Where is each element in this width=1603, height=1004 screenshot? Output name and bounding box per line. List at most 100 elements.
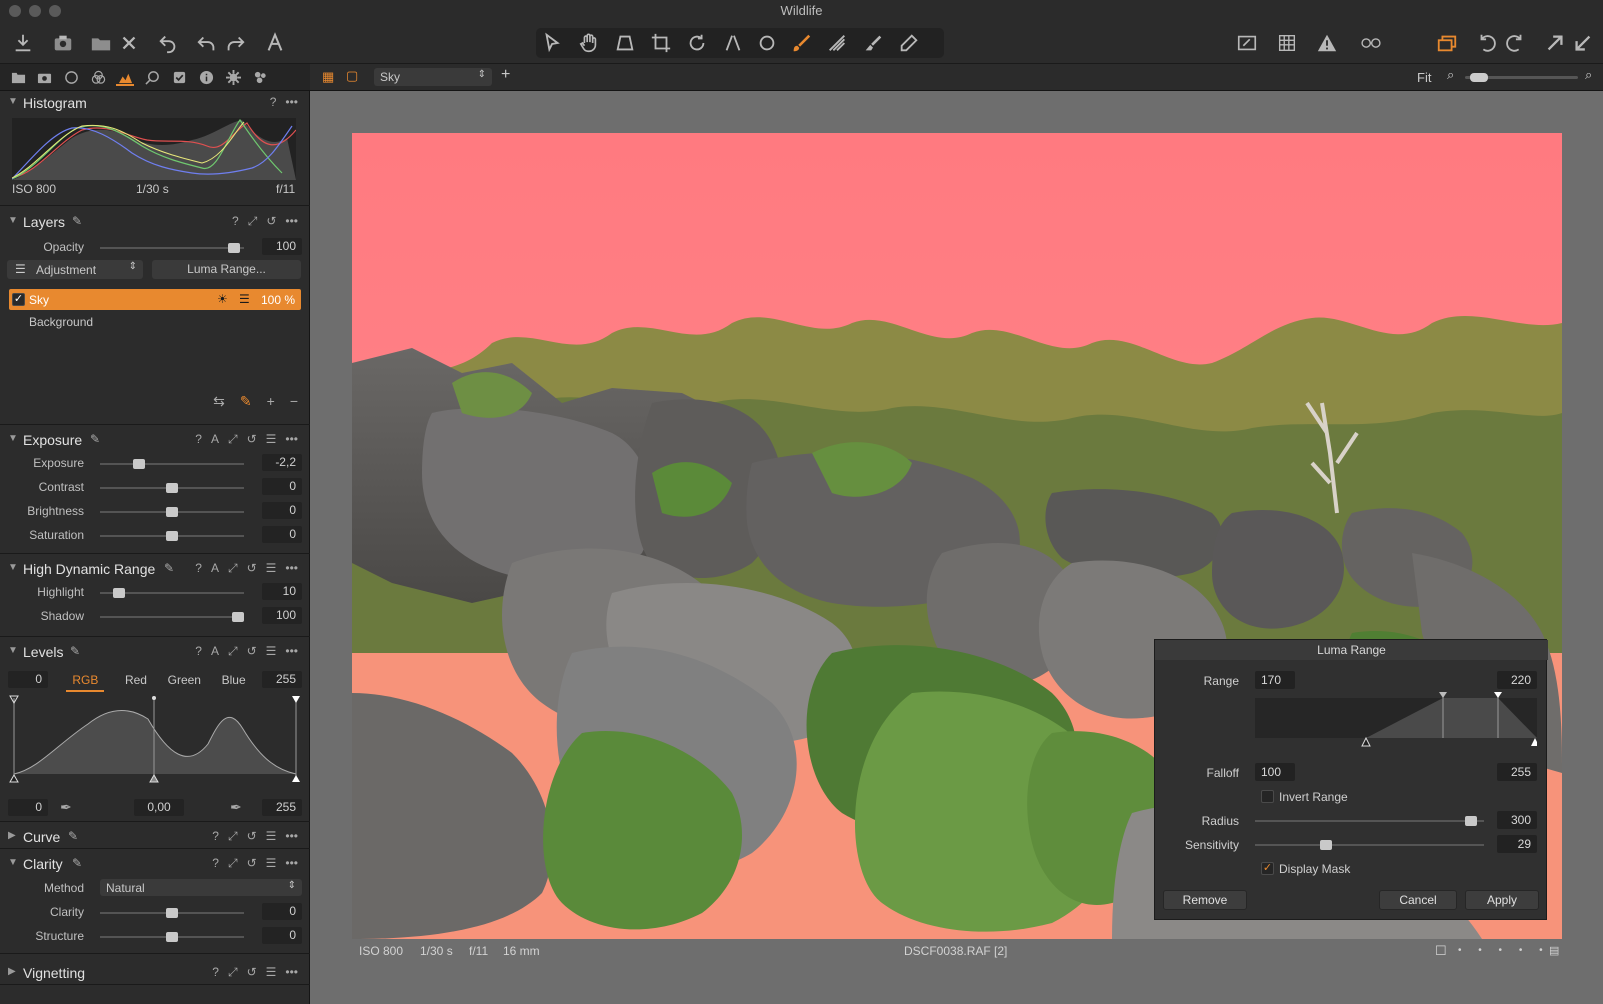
keystone-tool-icon[interactable]: [612, 30, 638, 56]
reset-icon[interactable]: ↺: [247, 856, 257, 871]
remove-layer-icon[interactable]: −: [290, 393, 298, 410]
exposure-header[interactable]: ▼ Exposure ✎ ? A ⤢ ↺ ☰ •••: [0, 428, 310, 450]
edit-pencil-icon[interactable]: ✎: [70, 644, 80, 658]
expand-icon[interactable]: [1542, 30, 1568, 56]
spot-removal-icon[interactable]: [754, 30, 780, 56]
reset-icon[interactable]: ↺: [247, 561, 257, 576]
range-high-value[interactable]: 220: [1497, 671, 1537, 689]
edit-pencil-icon[interactable]: ✎: [164, 561, 174, 575]
more-icon[interactable]: •••: [285, 214, 298, 229]
redo-icon[interactable]: [222, 30, 248, 56]
sensitivity-value[interactable]: 29: [1497, 835, 1537, 853]
slider-knob[interactable]: [133, 459, 145, 469]
reset-adjustments-icon[interactable]: [155, 30, 181, 56]
adjustments-tab-icon[interactable]: [170, 68, 188, 86]
close-window-button[interactable]: [9, 5, 21, 17]
chevron-right-icon[interactable]: ▶: [8, 830, 16, 841]
adjustment-dropdown[interactable]: ☰ Adjustment ⇕: [7, 260, 143, 279]
display-mask-checkbox[interactable]: ✓: [1261, 862, 1274, 875]
chevron-down-icon[interactable]: ▼: [8, 96, 18, 107]
presets-icon[interactable]: ☰: [266, 856, 277, 871]
more-icon[interactable]: •••: [285, 829, 298, 844]
chevron-right-icon[interactable]: ▶: [8, 966, 16, 977]
expand-icon[interactable]: ⤢: [248, 214, 258, 229]
layers-header[interactable]: ▼ Layers ✎ ? ⤢ ↺ •••: [0, 210, 310, 232]
cancel-button[interactable]: Cancel: [1379, 890, 1457, 910]
hdr-header[interactable]: ▼ High Dynamic Range ✎ ? A ⤢ ↺ ☰ •••: [0, 557, 310, 579]
sensitivity-slider[interactable]: [1255, 840, 1484, 850]
presets-icon[interactable]: ☰: [266, 644, 277, 659]
tab-green[interactable]: Green: [168, 670, 201, 692]
reset-icon[interactable]: ↺: [247, 644, 257, 659]
grid-icon[interactable]: [1274, 30, 1300, 56]
help-icon[interactable]: ?: [212, 829, 219, 844]
tab-rgb[interactable]: RGB: [66, 670, 105, 692]
lens-tab-icon[interactable]: [62, 68, 80, 86]
remove-button[interactable]: Remove: [1163, 890, 1247, 910]
black-eyedropper-icon[interactable]: ✒: [60, 799, 72, 816]
slider-knob[interactable]: [166, 908, 178, 918]
input-low-value[interactable]: 0: [8, 671, 48, 688]
erase-mask-icon[interactable]: [860, 30, 886, 56]
help-icon[interactable]: ?: [195, 644, 202, 659]
slider-value[interactable]: 0: [262, 478, 302, 495]
histogram-header[interactable]: ▼ Histogram ? •••: [0, 91, 310, 113]
swap-layers-icon[interactable]: ⇆: [213, 393, 225, 410]
slider-knob[interactable]: [166, 507, 178, 517]
layer-row-sky[interactable]: ✓ Sky ☀ ☰ 100 %: [9, 289, 301, 310]
auto-icon[interactable]: A: [211, 561, 219, 576]
copy-adjustments-icon[interactable]: [1434, 30, 1460, 56]
expand-icon[interactable]: ⤢: [228, 856, 238, 871]
exposure-warning-icon[interactable]: [1314, 30, 1340, 56]
expand-icon[interactable]: ⤢: [228, 965, 238, 980]
levels-histogram[interactable]: [8, 694, 302, 784]
slider-knob[interactable]: [166, 531, 178, 541]
opacity-value[interactable]: 100: [262, 238, 302, 255]
reset-icon[interactable]: ↺: [247, 432, 257, 447]
slider-knob[interactable]: [113, 588, 126, 598]
luma-range-graph[interactable]: [1255, 692, 1537, 748]
capture-tab-icon[interactable]: [35, 68, 53, 86]
grid-view-icon[interactable]: ▦: [322, 69, 334, 85]
reset-icon[interactable]: ↺: [247, 829, 257, 844]
levels-header[interactable]: ▼ Levels ✎ ? A ⤢ ↺ ☰ •••: [0, 640, 310, 662]
add-layer-icon[interactable]: +: [267, 393, 275, 410]
output-high-value[interactable]: 255: [262, 799, 302, 816]
reset-icon[interactable]: ↺: [266, 214, 276, 229]
help-icon[interactable]: ?: [212, 856, 219, 871]
slider-knob[interactable]: [1465, 816, 1478, 826]
more-icon[interactable]: •••: [285, 965, 298, 980]
slider-value[interactable]: 10: [262, 583, 302, 600]
expand-icon[interactable]: ⤢: [228, 561, 238, 576]
tab-blue[interactable]: Blue: [222, 670, 246, 692]
add-variant-icon[interactable]: +: [501, 66, 510, 84]
help-icon[interactable]: ?: [232, 214, 239, 229]
expand-icon[interactable]: ⤢: [228, 644, 238, 659]
expand-icon[interactable]: ⤢: [228, 829, 238, 844]
clarity-header[interactable]: ▼ Clarity ✎ ? ⤢ ↺ ☰ •••: [0, 852, 310, 874]
edit-pencil-icon[interactable]: ✎: [90, 432, 100, 446]
contrast-slider[interactable]: [100, 483, 244, 493]
apply-button[interactable]: Apply: [1465, 890, 1539, 910]
zoom-in-icon[interactable]: ⌕: [1585, 67, 1592, 83]
auto-adjust-icon[interactable]: [262, 30, 288, 56]
slider-knob[interactable]: [228, 243, 240, 253]
edit-pencil-icon[interactable]: ✎: [68, 829, 78, 843]
brush-mask-icon[interactable]: [788, 30, 814, 56]
zoom-slider-knob[interactable]: [1469, 73, 1488, 82]
slider-value[interactable]: -2,2: [262, 454, 302, 471]
input-high-value[interactable]: 255: [262, 671, 302, 688]
presets-icon[interactable]: ☰: [266, 829, 277, 844]
color-tab-icon[interactable]: [89, 68, 107, 86]
crop-tool-icon[interactable]: [648, 30, 674, 56]
zoom-fit-label[interactable]: Fit: [1417, 70, 1431, 85]
slider-value[interactable]: 0: [262, 526, 302, 543]
more-icon[interactable]: •••: [285, 644, 298, 659]
before-after-icon[interactable]: [1354, 30, 1388, 56]
radius-value[interactable]: 300: [1497, 811, 1537, 829]
undo-icon[interactable]: [194, 30, 220, 56]
expand-icon[interactable]: ⤢: [228, 432, 238, 447]
layer-visibility-checkbox[interactable]: ✓: [12, 293, 25, 306]
tab-red[interactable]: Red: [125, 670, 147, 692]
presets-icon[interactable]: ☰: [266, 965, 277, 980]
